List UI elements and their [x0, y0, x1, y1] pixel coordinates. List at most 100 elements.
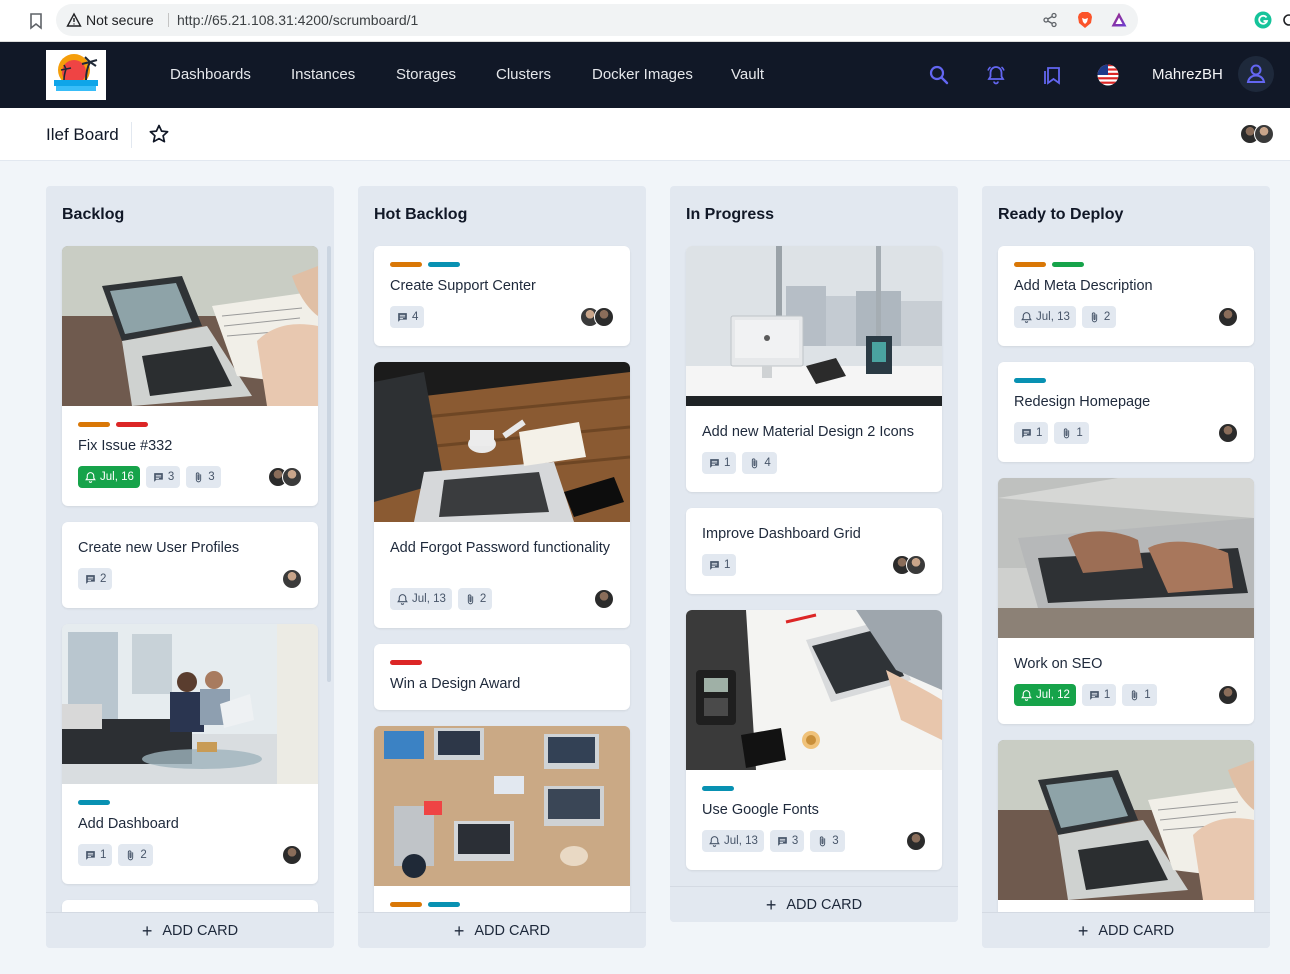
comment-count: 2: [100, 573, 107, 585]
label-blue: [78, 800, 110, 805]
add-card-button[interactable]: + ADD CARD: [46, 912, 334, 948]
add-card-label: ADD CARD: [1098, 922, 1175, 939]
brave-shields-icon[interactable]: [1076, 11, 1094, 29]
bookmark-icon[interactable]: [26, 11, 46, 31]
nav-clusters[interactable]: Clusters: [496, 66, 551, 83]
extension-icon[interactable]: [1282, 11, 1290, 29]
brave-rewards-icon[interactable]: [1110, 11, 1128, 29]
search-icon[interactable]: [928, 64, 950, 86]
attachments-badge: 2: [457, 588, 493, 610]
label-blue: [702, 786, 734, 791]
card-work-on-seo[interactable]: Work on SEO Jul, 12 1 1: [998, 478, 1254, 724]
bell-icon: [1020, 689, 1033, 702]
comments-badge: 3: [145, 466, 181, 488]
card-members: [282, 845, 302, 865]
grammarly-icon[interactable]: [1254, 11, 1272, 29]
attachment-count: 1: [1076, 427, 1083, 439]
nav-vault[interactable]: Vault: [731, 66, 764, 83]
comment-count: 1: [724, 559, 731, 571]
comment-icon: [84, 849, 97, 862]
card-image-only[interactable]: [998, 740, 1254, 920]
card-title: Add Dashboard: [78, 816, 179, 832]
card-design-award[interactable]: Win a Design Award: [374, 644, 630, 710]
member-avatar: [282, 467, 302, 487]
board-members[interactable]: [1240, 124, 1280, 146]
nav-docker-images[interactable]: Docker Images: [592, 66, 693, 83]
bookmarks-icon[interactable]: [1041, 64, 1063, 86]
comments-badge: 2: [78, 568, 113, 590]
card-user-profiles[interactable]: Create new User Profiles 2: [62, 522, 318, 608]
card-dashboard-grid[interactable]: Improve Dashboard Grid 1: [686, 508, 942, 594]
url-text[interactable]: http://65.21.108.31:4200/scrumboard/1: [177, 12, 418, 28]
us-flag-icon[interactable]: [1097, 64, 1119, 86]
card-material-icons[interactable]: Add new Material Design 2 Icons 1 4: [686, 246, 942, 492]
member-avatar[interactable]: [1254, 124, 1274, 144]
notifications-icon[interactable]: [985, 64, 1007, 86]
nav-dashboards[interactable]: Dashboards: [170, 66, 251, 83]
user-icon: [1246, 64, 1266, 83]
share-icon[interactable]: [1042, 12, 1058, 28]
card-team-image[interactable]: [374, 726, 630, 916]
list-title[interactable]: In Progress: [686, 206, 774, 224]
due-date: Jul, 13: [1036, 311, 1070, 323]
nav-instances[interactable]: Instances: [291, 66, 355, 83]
add-card-button[interactable]: + ADD CARD: [982, 912, 1270, 948]
label-blue: [1014, 378, 1046, 383]
card-members: [282, 569, 302, 589]
card-title: Create Support Center: [390, 278, 536, 294]
nav-storages[interactable]: Storages: [396, 66, 456, 83]
member-avatar: [1218, 685, 1238, 705]
paperclip-icon: [1128, 689, 1141, 702]
card-badges: Jul, 16 3 3: [78, 466, 221, 488]
card-title: Redesign Homepage: [1014, 394, 1151, 410]
list-scrollbar[interactable]: [327, 246, 331, 682]
list-ready-to-deploy: Ready to Deploy Add Meta Description Jul…: [982, 186, 1270, 948]
add-card-button[interactable]: + ADD CARD: [670, 886, 958, 922]
card-image: [686, 246, 942, 406]
label-blue: [428, 902, 460, 907]
star-icon[interactable]: [148, 123, 170, 145]
comment-count: 1: [1103, 689, 1111, 701]
card-google-fonts[interactable]: Use Google Fonts Jul, 13 3 3: [686, 610, 942, 870]
card-members: [594, 589, 614, 609]
card-meta-description[interactable]: Add Meta Description Jul, 13 2: [998, 246, 1254, 346]
comment-icon: [708, 559, 721, 572]
card-badges: 1 2: [78, 844, 153, 866]
card-redesign-homepage[interactable]: Redesign Homepage 1 1: [998, 362, 1254, 462]
card-labels: [1014, 262, 1090, 267]
card-title: Win a Design Award: [390, 676, 521, 692]
paperclip-icon: [816, 835, 829, 848]
app-logo[interactable]: [46, 50, 106, 100]
attachments-badge: 3: [810, 830, 845, 852]
card-badges: 1: [702, 554, 737, 576]
card-fix-issue[interactable]: Fix Issue #332 Jul, 16 3 3: [62, 246, 318, 506]
user-avatar[interactable]: [1238, 56, 1274, 92]
security-status[interactable]: Not secure: [86, 12, 154, 28]
username[interactable]: MahrezBH: [1152, 66, 1223, 83]
card-image: [62, 624, 318, 784]
due-date: Jul, 13: [412, 593, 446, 605]
due-date-badge: Jul, 16: [78, 466, 140, 488]
add-card-button[interactable]: + ADD CARD: [358, 912, 646, 948]
comment-count: 3: [791, 835, 799, 847]
card-image: [374, 726, 630, 886]
board-title[interactable]: Ilef Board: [46, 125, 119, 145]
address-bar[interactable]: Not secure http://65.21.108.31:4200/scru…: [56, 4, 1138, 36]
due-date: Jul, 16: [100, 471, 134, 483]
list-title[interactable]: Hot Backlog: [374, 206, 467, 224]
card-labels: [702, 786, 740, 791]
card-add-dashboard[interactable]: Add Dashboard 1 2: [62, 624, 318, 884]
card-support-center[interactable]: Create Support Center 4: [374, 246, 630, 346]
member-avatar: [906, 555, 926, 575]
comment-icon: [776, 835, 789, 848]
due-date-badge: Jul, 13: [1014, 306, 1076, 328]
plus-icon: +: [453, 920, 465, 941]
plus-icon: +: [141, 920, 153, 941]
comment-icon: [708, 457, 721, 470]
card-badges: Jul, 13 2: [390, 588, 493, 610]
card-badges: 1 4: [702, 452, 777, 474]
list-title[interactable]: Backlog: [62, 206, 124, 224]
card-forgot-password[interactable]: Add Forgot Password functionality Jul, 1…: [374, 362, 630, 628]
paperclip-icon: [748, 457, 761, 470]
list-title[interactable]: Ready to Deploy: [998, 206, 1123, 224]
